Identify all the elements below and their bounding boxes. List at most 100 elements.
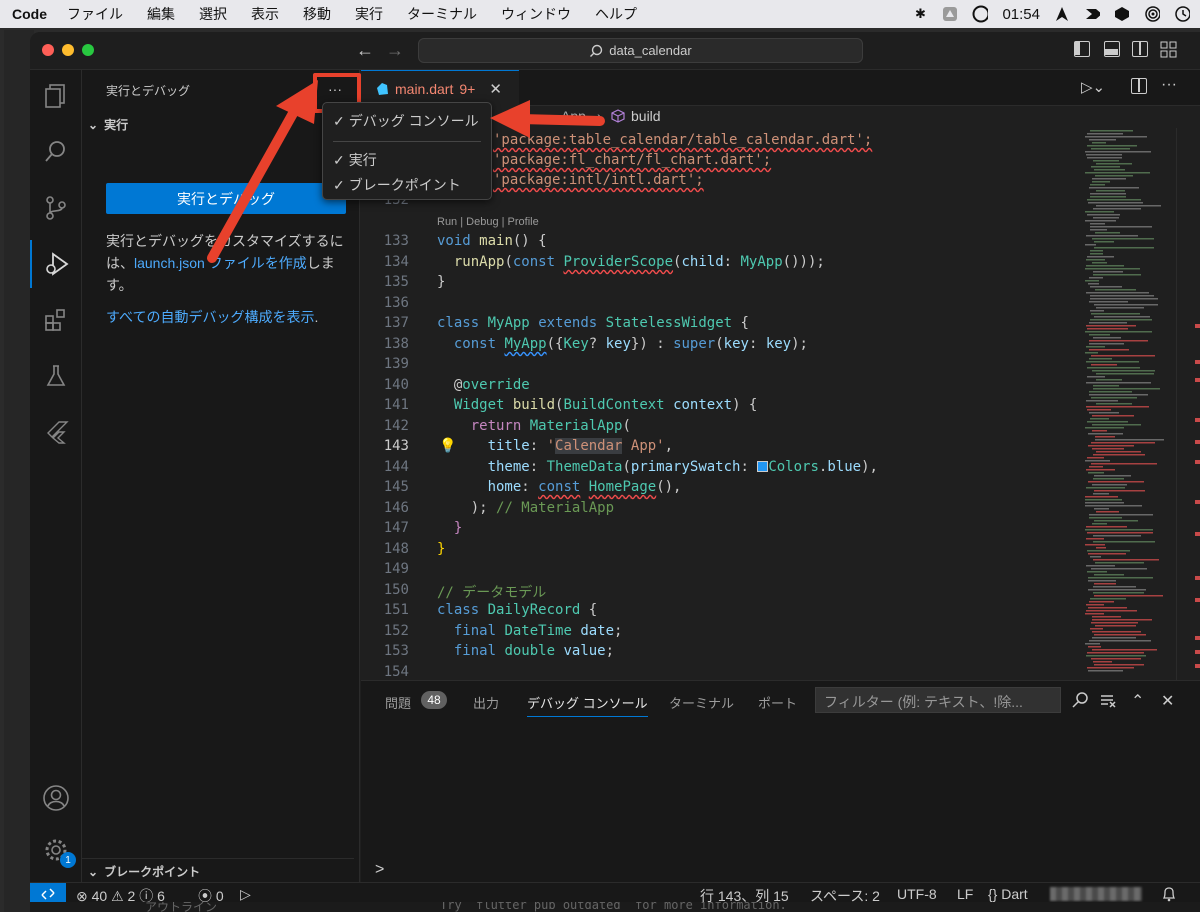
settings-gear-icon[interactable]: 1 (30, 826, 82, 874)
breadcrumb-build[interactable]: build (611, 108, 661, 124)
clock-ring-icon[interactable] (972, 5, 989, 23)
menu-run[interactable]: 実行 (355, 4, 383, 24)
menu-go[interactable]: 移動 (303, 4, 331, 24)
debug-run-icon[interactable]: ▷ (240, 886, 251, 903)
menu-terminal[interactable]: ターミナル (407, 4, 477, 24)
minimap-line (1088, 481, 1144, 483)
minimap-line (1095, 175, 1133, 177)
menu-window[interactable]: ウィンドウ (501, 4, 571, 24)
minimap-line (1086, 604, 1104, 606)
menubar-time[interactable]: 01:54 (1002, 6, 1040, 23)
minimap-line (1087, 409, 1111, 411)
customize-layout-icon[interactable] (1160, 41, 1177, 58)
command-center-search[interactable]: data_calendar (418, 38, 863, 63)
tab-problems[interactable]: 問題 (385, 693, 411, 712)
menu-edit[interactable]: 編集 (147, 4, 175, 24)
explorer-icon[interactable] (30, 72, 82, 120)
close-window-button[interactable] (42, 44, 54, 56)
time-machine-icon[interactable] (1174, 6, 1190, 22)
source-control-icon[interactable] (30, 184, 82, 232)
minimap-line (1095, 625, 1136, 627)
search-icon[interactable] (30, 128, 82, 176)
minimap-line (1085, 172, 1150, 174)
language-mode[interactable]: {} Dart (988, 886, 1028, 902)
search-icon[interactable] (1071, 691, 1089, 714)
tab-main-dart[interactable]: main.dart 9+ ✕ (361, 70, 519, 106)
minimap-line (1094, 241, 1114, 243)
clear-console-icon[interactable] (1099, 691, 1117, 714)
minimap-line (1096, 205, 1161, 207)
run-and-debug-icon[interactable] (30, 240, 82, 288)
toggle-panel-icon[interactable] (1104, 41, 1120, 57)
flutter-icon[interactable] (30, 408, 82, 456)
figma-icon[interactable]: ✱ (912, 6, 928, 22)
speed-icon[interactable] (1084, 6, 1100, 22)
encoding[interactable]: UTF-8 (897, 886, 937, 902)
end-of-line[interactable]: LF (957, 886, 973, 902)
menu-item-run[interactable]: ✓ 実行 (333, 150, 377, 170)
vertical-scrollbar[interactable] (1176, 128, 1200, 680)
editor-more-icon[interactable]: ··· (1161, 76, 1177, 94)
close-icon[interactable]: ✕ (1161, 691, 1174, 711)
launch-json-link[interactable]: launch.json ファイルを作成 (134, 255, 307, 271)
menu-item-breakpoints[interactable]: ✓ ブレークポイント (333, 175, 461, 195)
filter-input[interactable]: フィルター (例: テキスト、!除... (815, 687, 1061, 713)
minimap-line (1087, 214, 1120, 216)
back-arrow-icon[interactable]: ← (356, 40, 374, 61)
menu-help[interactable]: ヘルプ (595, 4, 637, 24)
minimap-line (1088, 202, 1143, 204)
minimap-line (1092, 370, 1155, 372)
minimap-line (1088, 670, 1123, 672)
zoom-window-button[interactable] (82, 44, 94, 56)
tab-output[interactable]: 出力 (473, 693, 499, 712)
menubar-app-name[interactable]: Code (12, 6, 47, 22)
maximize-panel-icon[interactable]: ⌃ (1131, 691, 1144, 711)
close-icon[interactable]: ✕ (489, 80, 502, 98)
minimap-line (1085, 211, 1114, 213)
minimap-line (1086, 487, 1125, 489)
minimap-line (1089, 517, 1122, 519)
minimap-line (1090, 250, 1103, 252)
run-dropdown-icon[interactable]: ▷⌄ (1081, 78, 1105, 96)
code-line: } (453, 520, 463, 536)
scrollbar-error-marker (1195, 460, 1200, 464)
minimap-line (1093, 478, 1124, 480)
minimap-line (1089, 277, 1103, 279)
toggle-sidebar-icon[interactable] (1074, 41, 1090, 57)
menu-file[interactable]: ファイル (67, 4, 123, 24)
tab-terminal[interactable]: ターミナル (669, 693, 734, 712)
minimap-line (1091, 442, 1155, 444)
code-line: @override (437, 377, 530, 393)
account-icon[interactable] (30, 774, 82, 822)
minimize-window-button[interactable] (62, 44, 74, 56)
console-prompt[interactable]: > (375, 861, 384, 879)
menu-view[interactable]: 表示 (251, 4, 279, 24)
testing-flask-icon[interactable] (30, 352, 82, 400)
menu-item-label: 実行 (348, 152, 377, 168)
split-editor-icon[interactable] (1131, 78, 1147, 94)
cube-icon[interactable] (1114, 6, 1130, 22)
codelens-run-debug[interactable]: Run | Debug | Profile (437, 216, 539, 228)
check-icon: ✓ (333, 112, 345, 129)
run-section-header[interactable]: ⌄ 実行 (88, 116, 128, 133)
line-number: 153 (383, 643, 409, 659)
minimap-line (1086, 406, 1149, 408)
breadcrumb-class[interactable]: App (561, 108, 586, 124)
minimap-line (1087, 532, 1153, 534)
location-icon[interactable] (1054, 6, 1070, 22)
minimap[interactable] (1081, 128, 1176, 680)
drive-icon[interactable] (942, 6, 958, 22)
toggle-secondary-sidebar-icon[interactable] (1132, 41, 1148, 57)
extensions-icon[interactable] (30, 296, 82, 344)
minimap-line (1094, 574, 1124, 576)
forward-arrow-icon[interactable]: → (386, 40, 404, 61)
minimap-line (1086, 538, 1104, 540)
airdrop-icon[interactable] (1144, 6, 1160, 22)
breakpoints-section-header[interactable]: ⌄ ブレークポイント (82, 858, 354, 880)
show-all-auto-debug-link[interactable]: すべての自動デバッグ構成を表示 (106, 309, 314, 325)
tab-ports[interactable]: ポート (758, 693, 797, 712)
run-and-debug-button[interactable]: 実行とデバッグ (106, 183, 346, 214)
tab-debug-console[interactable]: デバッグ コンソール (527, 693, 648, 717)
menu-item-debug-console[interactable]: ✓ デバッグ コンソール (333, 111, 479, 131)
menu-selection[interactable]: 選択 (199, 4, 227, 24)
